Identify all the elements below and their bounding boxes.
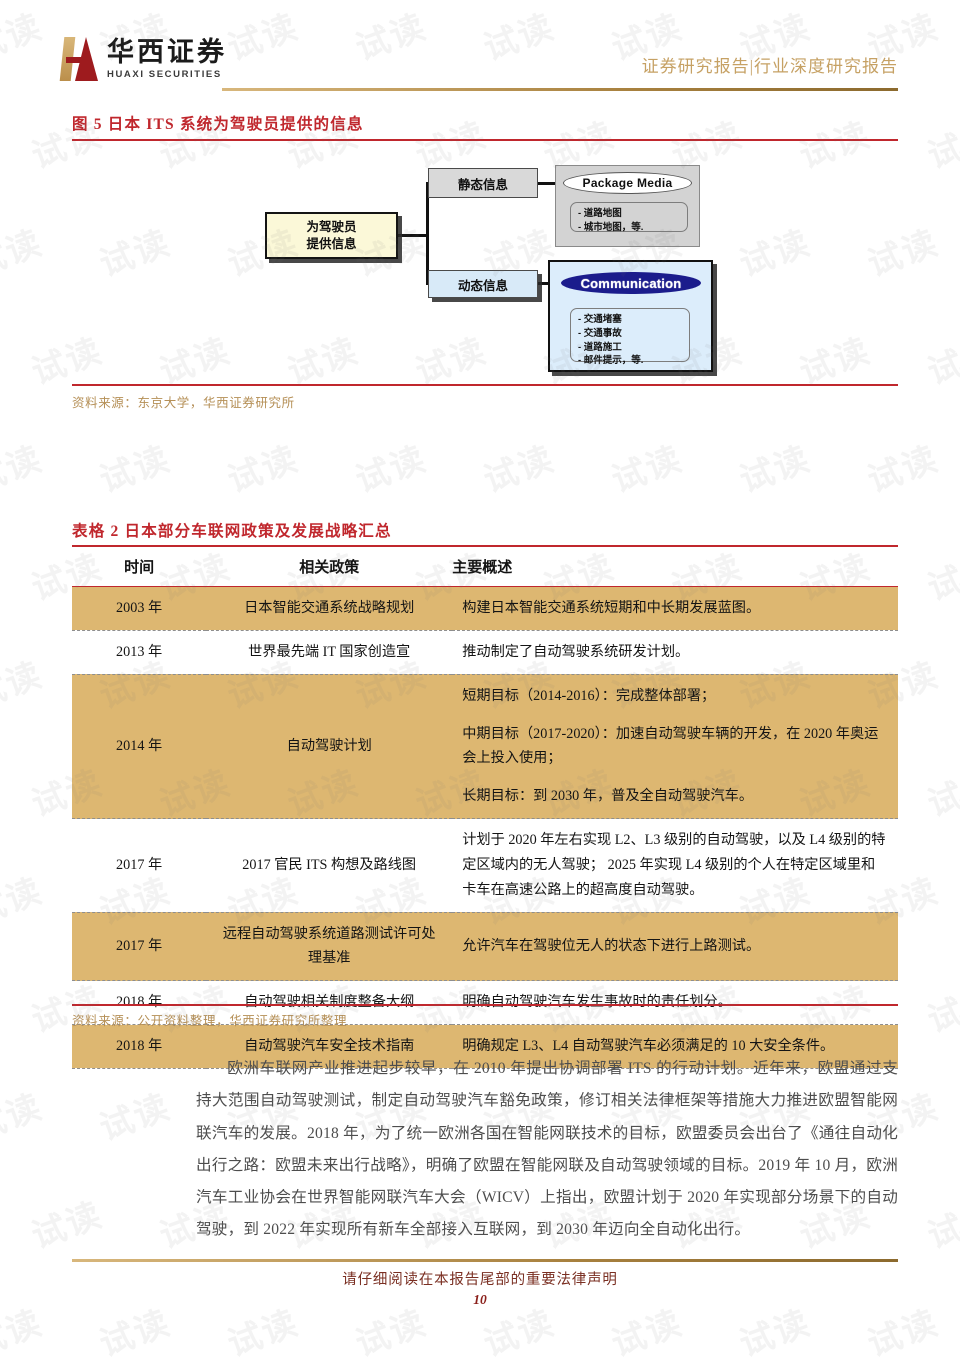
logo-text-en: HUAXI SECURITIES xyxy=(107,69,222,81)
page-number: 10 xyxy=(473,1292,487,1307)
page-header: 华西证券 HUAXI SECURITIES 证券研究报告|行业深度研究报告 xyxy=(0,0,960,96)
cell-policy: 2017 官民 ITS 构想及路线图 xyxy=(206,818,453,913)
table-row: 2003 年日本智能交通系统战略规划 构建日本智能交通系统短期和中长期发展蓝图。 xyxy=(72,586,898,631)
footer-divider xyxy=(72,1259,898,1262)
connector-root-trunk xyxy=(398,234,428,237)
description-line: 长期目标：到 2030 年，普及全自动驾驶汽车。 xyxy=(462,788,754,805)
report-type-label: 证券研究报告|行业深度研究报告 xyxy=(641,57,898,76)
cell-description: 短期目标（2014-2016）：完成整体部署； 中期目标（2017-2020）：加… xyxy=(452,674,898,820)
table-row: 2017 年 2017 官民 ITS 构想及路线图 计划于 2020 年左右实现 L… xyxy=(72,818,898,913)
figure-title: 图 5 日本 ITS 系统为驾驶员提供的信息 xyxy=(72,116,364,133)
column-header-desc: 主要概述 xyxy=(452,548,898,587)
description-line: 构建日本智能交通系统短期和中长期发展蓝图。 xyxy=(462,600,761,616)
cell-policy: 自动驾驶计划 xyxy=(206,674,453,820)
description-line: 短期目标（2014-2016）：完成整体部署； xyxy=(462,687,716,704)
package-media-title: Package Media xyxy=(563,172,692,194)
node-dynamic-info: 动态信息 xyxy=(428,270,538,298)
cell-time: 2017 年 xyxy=(72,818,207,913)
column-header-policy: 相关政策 xyxy=(206,548,453,587)
figure-source-divider xyxy=(72,384,898,386)
cell-time: 2018 年 xyxy=(72,1024,207,1069)
table-bottom-divider xyxy=(72,1004,898,1006)
footer-legal-note: 请仔细阅读在本报告尾部的重要法律声明 xyxy=(342,1272,618,1288)
cell-policy: 世界最先端 IT 国家创造宣 xyxy=(206,630,453,675)
brand-logo: 华西证券 HUAXI SECURITIES xyxy=(59,36,227,81)
communication-title: Communication xyxy=(561,272,701,294)
table-header-row: 时间 相关政策 主要概述 xyxy=(72,548,898,587)
cell-description: 构建日本智能交通系统短期和中长期发展蓝图。 xyxy=(452,586,898,631)
table-row: 2014 年自动驾驶计划 短期目标（2014-2016）：完成整体部署； 中期目标（… xyxy=(72,674,898,820)
document-page: 华西证券 HUAXI SECURITIES 证券研究报告|行业深度研究报告 图 … xyxy=(0,0,960,1357)
table-title-divider xyxy=(72,545,898,547)
description-line: 推动制定了自动驾驶系统研发计划。 xyxy=(462,643,690,660)
description-line: 明确自动驾驶汽车发生事故时的责任划分。 xyxy=(462,994,732,1011)
body-paragraph: 欧洲车联网产业推进起步较早，在 2010 年提出协调部署 ITS 的行动计划。近… xyxy=(196,1060,898,1239)
cell-policy: 日本智能交通系统战略规划 xyxy=(206,586,453,631)
description-line: 中期目标（2017-2020）：加速自动驾驶车辆的开发，在 2020 年奥运会上… xyxy=(462,725,879,767)
figure-title-divider xyxy=(72,139,898,141)
policy-table: 时间 相关政策 主要概述 2003 年日本智能交通系统战略规划 构建日本智能交通系… xyxy=(72,548,898,1069)
cell-description: 计划于 2020 年左右实现 L2、L3 级别的自动驾驶，以及 L4 级别的特定… xyxy=(452,818,898,913)
cell-description: 明确自动驾驶汽车发生事故时的责任划分。 xyxy=(452,980,898,1026)
cell-policy: 远程自动驾驶系统道路测试许可处理基准 xyxy=(206,912,453,982)
table-row: 2017 年远程自动驾驶系统道路测试许可处理基准 允许汽车在驾驶位无人的状态下进行… xyxy=(72,912,898,982)
its-information-diagram: Package Media - 道路地图 - 城市地图，等. Communica… xyxy=(250,160,730,380)
node-static-info: 静态信息 xyxy=(428,168,538,198)
cell-description: 允许汽车在驾驶位无人的状态下进行上路测试。 xyxy=(452,912,898,982)
cell-time: 2017 年 xyxy=(72,912,207,982)
table-row: 2013 年世界最先端 IT 国家创造宣 推动制定了自动驾驶系统研发计划。 xyxy=(72,630,898,675)
communication-items: - 交通堵塞 - 交通事故 - 道路施工 - 邮件提示，等. xyxy=(570,308,690,366)
table-source: 资料来源：公开资料整理，华西证券研究所整理 xyxy=(72,1014,348,1028)
cell-description: 推动制定了自动驾驶系统研发计划。 xyxy=(452,630,898,675)
root-node-line2: 提供信息 xyxy=(306,236,357,251)
description-line: 计划于 2020 年左右实现 L2、L3 级别的自动驾驶，以及 L4 级别的特定… xyxy=(462,832,886,898)
cell-time: 2003 年 xyxy=(72,586,207,631)
header-divider xyxy=(222,88,898,91)
cell-time: 2013 年 xyxy=(72,630,207,675)
table-title: 表格 2 日本部分车联网政策及发展战略汇总 xyxy=(72,523,392,540)
root-node-driver-info: 为驾驶员 提供信息 xyxy=(265,212,398,259)
cell-time: 2014 年 xyxy=(72,674,207,820)
root-node-line1: 为驾驶员 xyxy=(306,219,357,234)
figure-source: 资料来源：东京大学，华西证券研究所 xyxy=(72,396,295,410)
logo-text-cn: 华西证券 xyxy=(107,36,227,67)
package-media-items: - 道路地图 - 城市地图，等. xyxy=(570,202,688,233)
description-line: 允许汽车在驾驶位无人的状态下进行上路测试。 xyxy=(462,938,761,955)
column-header-time: 时间 xyxy=(72,548,207,587)
huaxi-logo-icon xyxy=(59,37,98,81)
